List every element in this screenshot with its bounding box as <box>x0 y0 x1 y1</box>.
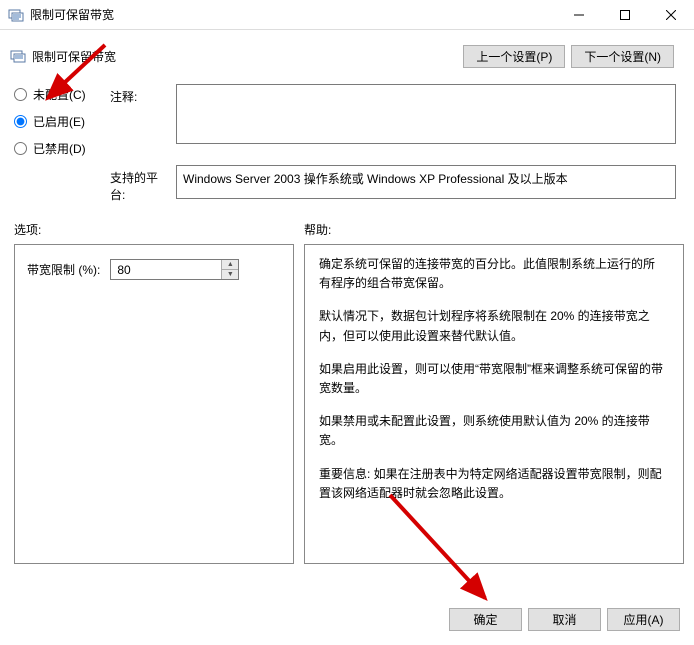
radio-not-configured-input[interactable] <box>14 88 27 101</box>
policy-icon <box>8 7 24 23</box>
prev-setting-button[interactable]: 上一个设置(P) <box>463 45 565 68</box>
radio-enabled[interactable]: 已启用(E) <box>14 113 94 130</box>
help-text: 如果禁用或未配置此设置，则系统使用默认值为 20% 的连接带宽。 <box>319 412 663 450</box>
help-text: 默认情况下，数据包计划程序将系统限制在 20% 的连接带宽之内，但可以使用此设置… <box>319 307 663 345</box>
ok-button[interactable]: 确定 <box>449 608 522 631</box>
dialog-footer: 确定 取消 应用(A) <box>449 608 680 631</box>
cancel-button[interactable]: 取消 <box>528 608 601 631</box>
window-title: 限制可保留带宽 <box>30 6 114 23</box>
spinner-up-button[interactable]: ▲ <box>222 260 238 270</box>
platform-text: Windows Server 2003 操作系统或 Windows XP Pro… <box>183 172 568 186</box>
options-label: 选项: <box>14 221 304 238</box>
help-label: 帮助: <box>304 221 331 238</box>
spinner-down-button[interactable]: ▼ <box>222 270 238 279</box>
policy-icon <box>10 48 26 64</box>
policy-name: 限制可保留带宽 <box>32 48 116 65</box>
maximize-button[interactable] <box>602 0 648 30</box>
platform-label: 支持的平台: <box>110 165 170 203</box>
state-radio-group: 未配置(C) 已启用(E) 已禁用(D) <box>14 84 94 157</box>
comment-label: 注释: <box>110 84 170 144</box>
apply-button[interactable]: 应用(A) <box>607 608 680 631</box>
radio-not-configured-label: 未配置(C) <box>33 86 86 103</box>
radio-disabled[interactable]: 已禁用(D) <box>14 140 94 157</box>
radio-disabled-label: 已禁用(D) <box>33 140 86 157</box>
help-text: 如果启用此设置，则可以使用“带宽限制”框来调整系统可保留的带宽数量。 <box>319 360 663 398</box>
radio-enabled-label: 已启用(E) <box>33 113 85 130</box>
help-text: 确定系统可保留的连接带宽的百分比。此值限制系统上运行的所有程序的组合带宽保留。 <box>319 255 663 293</box>
bandwidth-limit-input[interactable] <box>111 260 221 279</box>
options-pane: 带宽限制 (%): ▲ ▼ <box>14 244 294 564</box>
comment-textarea[interactable] <box>176 84 676 144</box>
radio-enabled-input[interactable] <box>14 115 27 128</box>
close-button[interactable] <box>648 0 694 30</box>
help-text: 重要信息: 如果在注册表中为特定网络适配器设置带宽限制，则配置该网络适配器时就会… <box>319 465 663 503</box>
window-controls <box>556 0 694 30</box>
policy-header: 限制可保留带宽 上一个设置(P) 下一个设置(N) <box>0 30 694 74</box>
radio-not-configured[interactable]: 未配置(C) <box>14 86 94 103</box>
radio-disabled-input[interactable] <box>14 142 27 155</box>
next-setting-button[interactable]: 下一个设置(N) <box>571 45 674 68</box>
minimize-button[interactable] <box>556 0 602 30</box>
bandwidth-limit-label: 带宽限制 (%): <box>27 261 100 278</box>
platform-box: Windows Server 2003 操作系统或 Windows XP Pro… <box>176 165 676 199</box>
titlebar: 限制可保留带宽 <box>0 0 694 30</box>
bandwidth-limit-spinner[interactable]: ▲ ▼ <box>110 259 239 280</box>
help-pane: 确定系统可保留的连接带宽的百分比。此值限制系统上运行的所有程序的组合带宽保留。 … <box>304 244 684 564</box>
